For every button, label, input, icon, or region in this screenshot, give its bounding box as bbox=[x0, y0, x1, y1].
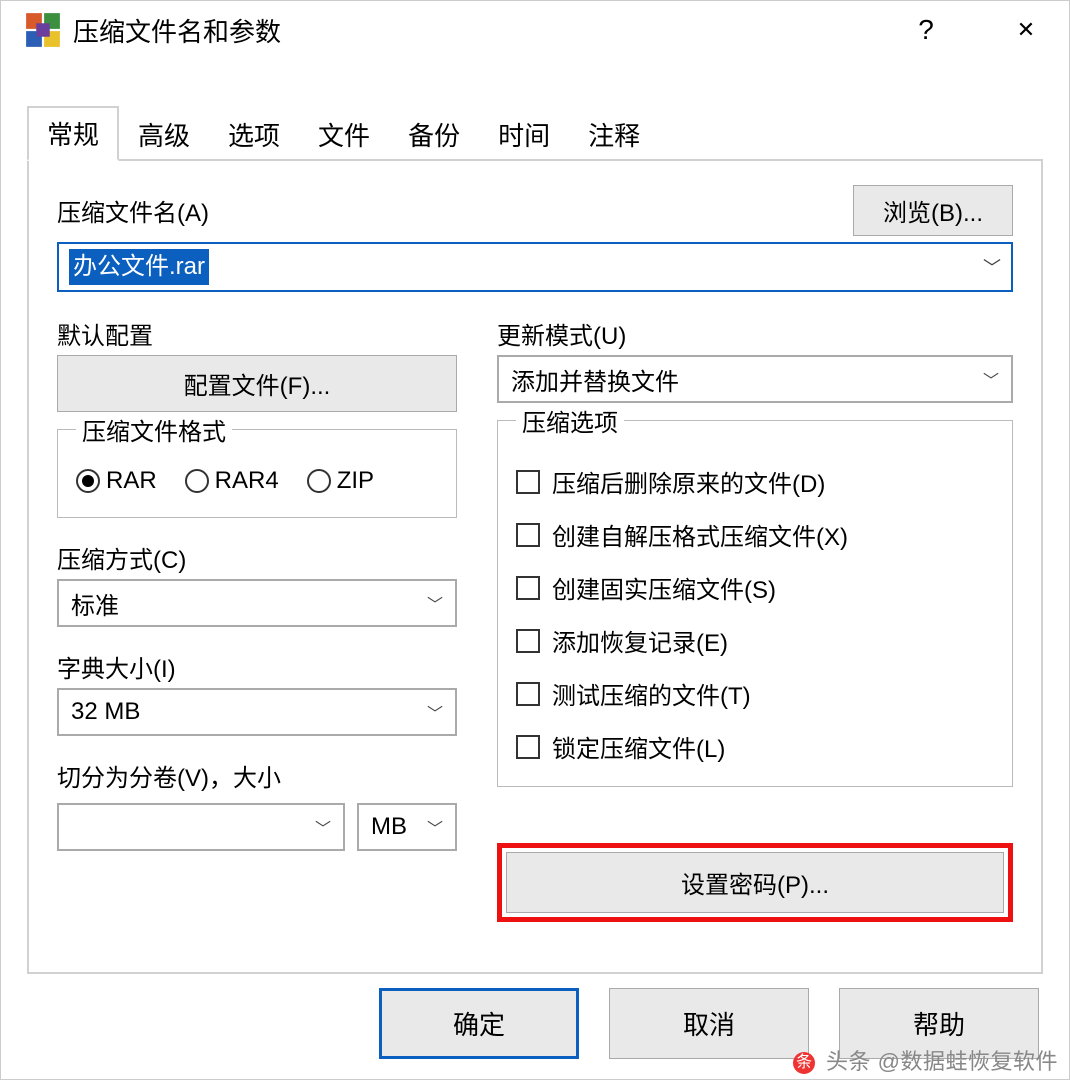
opt-test[interactable]: 测试压缩的文件(T) bbox=[516, 676, 994, 711]
update-mode-value: 添加并替换文件 bbox=[511, 362, 679, 397]
ok-button[interactable]: 确定 bbox=[379, 988, 579, 1059]
opt-solid[interactable]: 创建固实压缩文件(S) bbox=[516, 570, 994, 605]
checkbox-icon bbox=[516, 523, 540, 547]
highlight-box: 设置密码(P)... bbox=[497, 843, 1013, 922]
help-button[interactable]: ? bbox=[891, 6, 961, 54]
method-select[interactable]: 标准 ﹀ bbox=[57, 579, 457, 627]
dict-label: 字典大小(I) bbox=[57, 649, 457, 684]
chevron-down-icon: ﹀ bbox=[427, 591, 443, 615]
checkbox-icon bbox=[516, 682, 540, 706]
titlebar: 压缩文件名和参数 ? ✕ bbox=[1, 1, 1069, 59]
options-group: 压缩选项 压缩后删除原来的文件(D) 创建自解压格式压缩文件(X) 创建固 bbox=[497, 403, 1013, 787]
cancel-button[interactable]: 取消 bbox=[609, 988, 809, 1059]
split-unit-select[interactable]: MB ﹀ bbox=[357, 803, 457, 851]
dialog-window: 压缩文件名和参数 ? ✕ 常规 高级 选项 文件 备份 时间 注释 压缩文件名(… bbox=[0, 0, 1070, 1080]
tab-general[interactable]: 常规 bbox=[27, 106, 119, 161]
opt-recovery[interactable]: 添加恢复记录(E) bbox=[516, 623, 994, 658]
left-column: 默认配置 配置文件(F)... 压缩文件格式 RAR RAR4 bbox=[57, 316, 457, 922]
chevron-down-icon: ﹀ bbox=[983, 367, 999, 391]
method-label: 压缩方式(C) bbox=[57, 540, 457, 575]
format-group: 压缩文件格式 RAR RAR4 ZIP bbox=[57, 412, 457, 518]
radio-icon bbox=[185, 469, 209, 493]
right-column: 更新模式(U) 添加并替换文件 ﹀ 压缩选项 压缩后删除原来的文件(D) bbox=[497, 316, 1013, 922]
tab-comment[interactable]: 注释 bbox=[569, 108, 659, 161]
format-zip[interactable]: ZIP bbox=[307, 467, 374, 495]
tab-content: 压缩文件名(A) 浏览(B)... 办公文件.rar ﹀ 默认配置 配置文件(F… bbox=[27, 159, 1043, 974]
format-rar[interactable]: RAR bbox=[76, 467, 157, 495]
checkbox-icon bbox=[516, 576, 540, 600]
checkbox-icon bbox=[516, 629, 540, 653]
split-size-input[interactable]: ﹀ bbox=[57, 803, 345, 851]
app-icon bbox=[25, 12, 61, 48]
opt-lock[interactable]: 锁定压缩文件(L) bbox=[516, 729, 994, 764]
checkbox-icon bbox=[516, 735, 540, 759]
format-legend: 压缩文件格式 bbox=[76, 412, 232, 447]
archive-name-value: 办公文件.rar bbox=[69, 249, 209, 285]
tab-advanced[interactable]: 高级 bbox=[119, 108, 209, 161]
tab-backup[interactable]: 备份 bbox=[389, 108, 479, 161]
update-mode-label: 更新模式(U) bbox=[497, 316, 1013, 351]
set-password-button[interactable]: 设置密码(P)... bbox=[506, 852, 1004, 913]
update-mode-select[interactable]: 添加并替换文件 ﹀ bbox=[497, 355, 1013, 403]
chevron-down-icon: ﹀ bbox=[427, 815, 443, 839]
profile-label: 默认配置 bbox=[57, 316, 457, 351]
browse-button[interactable]: 浏览(B)... bbox=[853, 185, 1013, 236]
chevron-down-icon: ﹀ bbox=[315, 815, 331, 839]
profiles-button[interactable]: 配置文件(F)... bbox=[57, 355, 457, 412]
options-legend: 压缩选项 bbox=[516, 403, 624, 438]
dict-value: 32 MB bbox=[71, 698, 140, 726]
opt-sfx[interactable]: 创建自解压格式压缩文件(X) bbox=[516, 517, 994, 552]
chevron-down-icon: ﹀ bbox=[983, 254, 1001, 280]
help-button-footer[interactable]: 帮助 bbox=[839, 988, 1039, 1059]
opt-delete-after[interactable]: 压缩后删除原来的文件(D) bbox=[516, 464, 994, 499]
close-button[interactable]: ✕ bbox=[991, 6, 1061, 54]
tab-strip: 常规 高级 选项 文件 备份 时间 注释 bbox=[1, 99, 1069, 159]
radio-icon bbox=[307, 469, 331, 493]
split-unit-value: MB bbox=[371, 813, 407, 841]
dialog-footer: 确定 取消 帮助 bbox=[1, 988, 1069, 1079]
dict-select[interactable]: 32 MB ﹀ bbox=[57, 688, 457, 736]
tab-options[interactable]: 选项 bbox=[209, 108, 299, 161]
format-rar4[interactable]: RAR4 bbox=[185, 467, 279, 495]
radio-icon bbox=[76, 469, 100, 493]
archive-name-label: 压缩文件名(A) bbox=[57, 193, 209, 228]
split-label: 切分为分卷(V)，大小 bbox=[57, 758, 457, 793]
archive-name-input[interactable]: 办公文件.rar ﹀ bbox=[57, 242, 1013, 292]
chevron-down-icon: ﹀ bbox=[427, 700, 443, 724]
window-title: 压缩文件名和参数 bbox=[73, 12, 281, 49]
checkbox-icon bbox=[516, 470, 540, 494]
tab-files[interactable]: 文件 bbox=[299, 108, 389, 161]
method-value: 标准 bbox=[71, 586, 119, 621]
tab-time[interactable]: 时间 bbox=[479, 108, 569, 161]
